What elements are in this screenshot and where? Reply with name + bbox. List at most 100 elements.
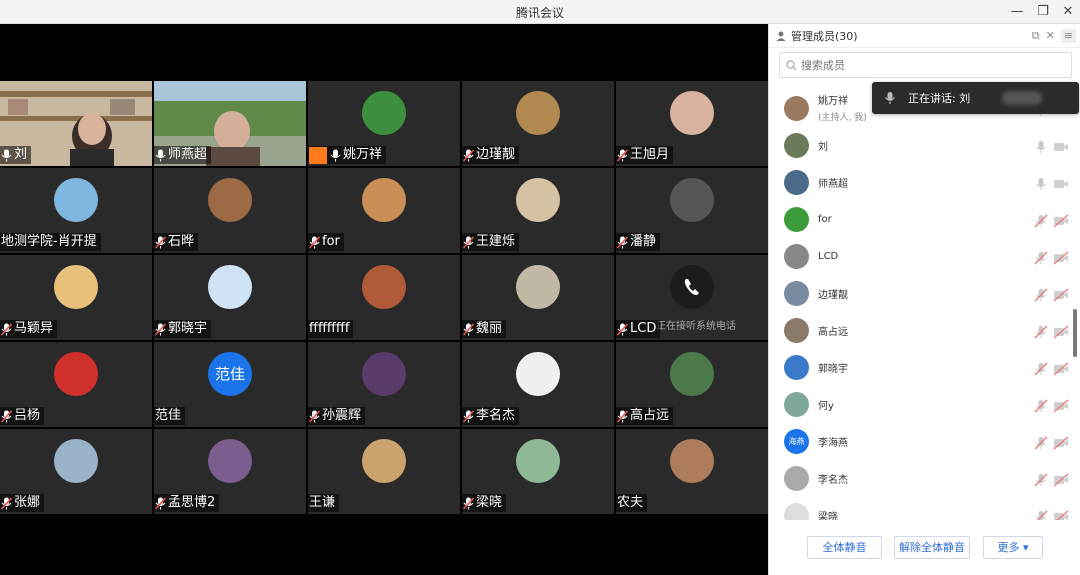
camera-off-icon[interactable]	[1053, 213, 1069, 227]
participant-tile[interactable]: 王建烁	[462, 168, 614, 253]
mic-on-icon[interactable]	[1034, 176, 1048, 190]
mic-muted-icon	[155, 322, 168, 336]
participant-tile[interactable]: 吕杨	[0, 342, 152, 427]
participant-name: 师燕超	[168, 147, 208, 162]
participant-tile[interactable]: 刘	[0, 81, 152, 166]
participant-name: 张娜	[14, 495, 41, 510]
member-row[interactable]: 海燕 李海燕	[769, 423, 1074, 460]
member-row[interactable]: 刘	[769, 127, 1074, 164]
member-row[interactable]: 何y	[769, 386, 1074, 423]
participant-name: 孟思博2	[168, 495, 216, 510]
participant-name: 刘	[14, 147, 28, 162]
call-status: 正在接听系统电话	[656, 321, 736, 332]
member-row[interactable]: 郭晓宇	[769, 349, 1074, 386]
camera-icon[interactable]	[1053, 176, 1069, 190]
participant-name: 石晔	[168, 234, 195, 249]
participant-tile[interactable]: 魏丽	[462, 255, 614, 340]
participant-name-bar: 王旭月	[616, 146, 674, 164]
participant-tile[interactable]: 李名杰	[462, 342, 614, 427]
participant-name: 王建烁	[476, 234, 516, 249]
participant-avatar	[670, 439, 714, 483]
camera-icon[interactable]	[1053, 139, 1069, 153]
participant-tile[interactable]: 郭晓宇	[154, 255, 306, 340]
member-list-scrollbar[interactable]	[1073, 309, 1077, 357]
participant-tile[interactable]: 边瑾靓	[462, 81, 614, 166]
participant-name-bar: 李名杰	[462, 407, 520, 425]
participant-tile[interactable]: 农夫	[616, 429, 768, 514]
participant-tile[interactable]: 孟思博2	[154, 429, 306, 514]
participant-name: 高占远	[630, 408, 670, 423]
mic-on-icon	[155, 149, 168, 162]
participant-tile[interactable]: 正在接听系统电话 LCD	[616, 255, 768, 340]
close-button[interactable]: ✕	[1057, 2, 1079, 22]
mic-muted-icon	[463, 148, 476, 162]
title-bar: 腾讯会议 — ❐ ✕	[0, 0, 1080, 24]
search-input[interactable]	[801, 58, 1041, 72]
participant-tile[interactable]: 范佳 范佳	[154, 342, 306, 427]
mic-muted-icon[interactable]	[1034, 398, 1048, 412]
participant-name: 郭晓宇	[168, 321, 208, 336]
camera-off-icon[interactable]	[1053, 287, 1069, 301]
restore-button[interactable]: ❐	[1032, 2, 1054, 22]
mic-muted-icon[interactable]	[1034, 250, 1048, 264]
participant-tile[interactable]: 姚万祥	[308, 81, 460, 166]
member-row[interactable]: for	[769, 201, 1074, 238]
mic-muted-icon[interactable]	[1034, 509, 1048, 520]
participant-tile[interactable]: 张娜	[0, 429, 152, 514]
camera-off-icon[interactable]	[1053, 398, 1069, 412]
participant-tile[interactable]: 王旭月	[616, 81, 768, 166]
member-row[interactable]: 边瑾靓	[769, 275, 1074, 312]
participant-tile[interactable]: 梁晓	[462, 429, 614, 514]
member-row[interactable]: 师燕超	[769, 164, 1074, 201]
camera-off-icon[interactable]	[1053, 435, 1069, 449]
member-row[interactable]: 李名杰	[769, 460, 1074, 497]
participant-name-bar: 潘静	[616, 233, 661, 251]
mute-all-button[interactable]: 全体静音	[807, 536, 882, 559]
camera-off-icon[interactable]	[1053, 472, 1069, 486]
mic-muted-icon	[617, 235, 630, 249]
member-avatar	[784, 207, 809, 232]
popout-icon[interactable]: ⧉	[1032, 29, 1040, 43]
camera-off-icon[interactable]	[1053, 509, 1069, 520]
participant-tile[interactable]: fffffffff	[308, 255, 460, 340]
camera-off-icon[interactable]	[1053, 361, 1069, 375]
member-row[interactable]: 高占远	[769, 312, 1074, 349]
member-row[interactable]: LCD	[769, 238, 1074, 275]
participant-tile[interactable]: 潘静	[616, 168, 768, 253]
mic-on-icon[interactable]	[1034, 139, 1048, 153]
menu-icon[interactable]: ≡	[1060, 29, 1076, 43]
mic-muted-icon[interactable]	[1034, 472, 1048, 486]
participant-tile[interactable]: 王谦	[308, 429, 460, 514]
mic-muted-icon[interactable]	[1034, 361, 1048, 375]
camera-off-icon[interactable]	[1053, 324, 1069, 338]
participant-tile[interactable]: 师燕超	[154, 81, 306, 166]
camera-off-icon[interactable]	[1053, 250, 1069, 264]
more-button[interactable]: 更多 ▾	[983, 536, 1043, 559]
mic-muted-icon[interactable]	[1034, 287, 1048, 301]
mic-muted-icon[interactable]	[1034, 324, 1048, 338]
member-avatar	[784, 133, 809, 158]
mic-muted-icon[interactable]	[1034, 213, 1048, 227]
participant-avatar	[54, 352, 98, 396]
unmute-all-button[interactable]: 解除全体静音	[894, 536, 970, 559]
member-name: 高占远	[818, 327, 848, 338]
member-name: 郭晓宇	[818, 364, 848, 375]
participant-name-bar: 孟思博2	[154, 494, 220, 512]
participant-name: 孙震辉	[322, 408, 362, 423]
panel-close-icon[interactable]: ✕	[1046, 29, 1055, 43]
participant-name-bar: 张娜	[0, 494, 45, 512]
participant-tile[interactable]: 石晔	[154, 168, 306, 253]
participant-name-bar: 范佳	[154, 407, 186, 425]
participant-tile[interactable]: 高占远	[616, 342, 768, 427]
participant-tile[interactable]: for	[308, 168, 460, 253]
minimize-button[interactable]: —	[1006, 2, 1028, 22]
participant-tile[interactable]: 马颖异	[0, 255, 152, 340]
mic-on-icon	[330, 149, 343, 162]
participant-name: 王谦	[309, 495, 336, 510]
participant-tile[interactable]: 孙震辉	[308, 342, 460, 427]
member-row[interactable]: 梁晓	[769, 497, 1074, 520]
participant-tile[interactable]: 地测学院-肖开提	[0, 168, 152, 253]
search-box[interactable]	[779, 52, 1072, 78]
mic-muted-icon[interactable]	[1034, 435, 1048, 449]
mic-muted-icon	[1, 496, 14, 510]
